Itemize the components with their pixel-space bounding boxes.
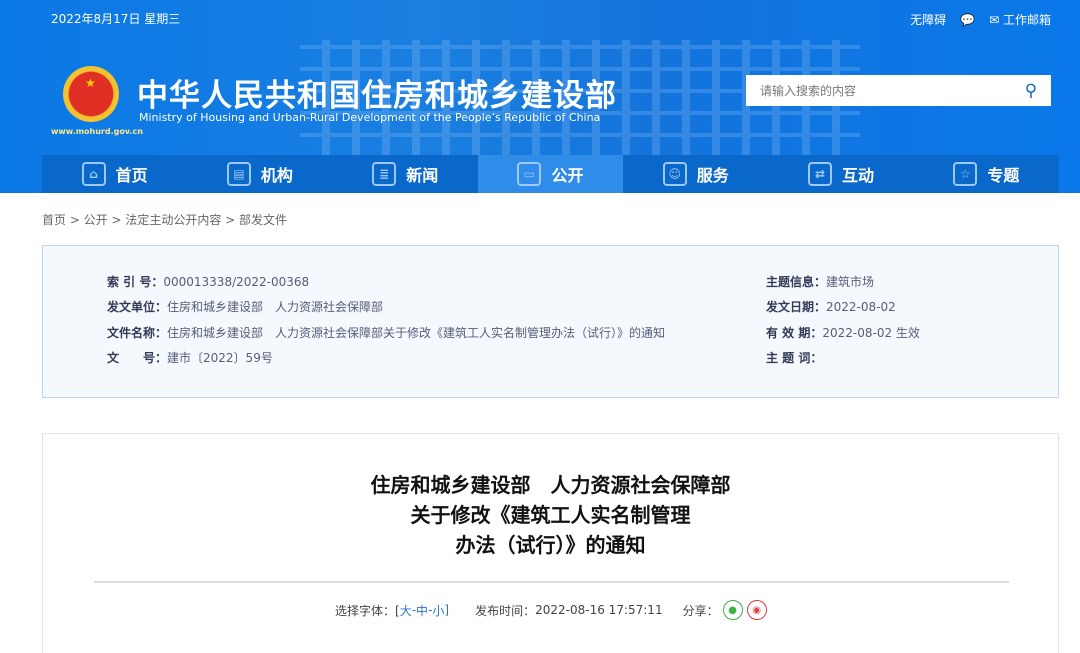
publish-time-label: 发布时间： (475, 603, 536, 618)
building-icon: ▤ (226, 162, 251, 186)
nav-label: 专题 (987, 166, 1020, 185)
article-meta: 选择字体：[ 大 - 中 - 小 ] 发布时间： 2022-08-16 17:5… (335, 600, 767, 620)
publish-time: 2022-08-16 17:57:11 (535, 603, 663, 617)
article-title: 住房和城乡建设部 人力资源社会保障部 关于修改《建筑工人实名制管理 办法（试行）… (370, 473, 731, 557)
font-size-label: 选择字体：[ (335, 603, 400, 618)
issue-date-row: 发文日期：2022-08-02 (766, 300, 896, 314)
national-emblem-logo: ★ (63, 66, 119, 122)
nav-news[interactable]: ≣ 新闻 (333, 155, 478, 193)
font-medium-link[interactable]: 中 (416, 602, 428, 619)
star-icon: ☆ (953, 162, 978, 186)
validity-row: 有 效 期：2022-08-02 生效 (766, 326, 920, 340)
issuer-row: 发文单位：住房和城乡建设部 人力资源社会保障部 (107, 300, 384, 314)
search-icon[interactable]: ⚲ (1011, 81, 1051, 101)
site-url: www.mohurd.gov.cn (51, 127, 143, 136)
nav-interact[interactable]: ⇄ 互动 (768, 155, 913, 193)
wechat-icon[interactable]: 💬 (960, 13, 975, 27)
site-header: 2022年8月17日 星期三 无障碍 💬 ✉ 工作邮箱 ★ www.mohurd… (0, 0, 1080, 193)
title-divider (94, 581, 1009, 583)
document-info-panel: 索 引 号：000013338/2022-00368 发文单位：住房和城乡建设部… (42, 245, 1059, 398)
main-nav: ⌂ 首页 ▤ 机构 ≣ 新闻 ▭ 公开 ☺ 服务 ⇄ 互动 ☆ 专题 (42, 155, 1059, 193)
nav-home[interactable]: ⌂ 首页 (42, 155, 187, 193)
nav-label: 互动 (842, 166, 875, 185)
site-title[interactable]: 中华人民共和国住房和城乡建设部 (137, 70, 617, 115)
search-input[interactable] (746, 83, 1011, 98)
nav-service[interactable]: ☺ 服务 (623, 155, 768, 193)
document-number-row: 文 号：建市〔2022〕59号 (107, 351, 273, 365)
home-icon: ⌂ (81, 162, 106, 186)
index-number-row: 索 引 号：000013338/2022-00368 (107, 275, 310, 289)
article-container: 住房和城乡建设部 人力资源社会保障部 关于修改《建筑工人实名制管理 办法（试行）… (42, 433, 1059, 653)
nav-label: 服务 (696, 166, 729, 185)
work-mail-label: 工作邮箱 (1002, 13, 1051, 27)
share-weibo-icon[interactable]: ◉ (746, 600, 767, 620)
share-label: 分享： (682, 603, 719, 618)
news-icon: ≣ (372, 162, 397, 186)
topic-info-row: 主题信息：建筑市场 (766, 275, 875, 289)
breadcrumb[interactable]: 首页 > 公开 > 法定主动公开内容 > 部发文件 (42, 211, 287, 228)
work-mail-link[interactable]: ✉ 工作邮箱 (989, 11, 1051, 28)
share-wechat-icon[interactable]: ● (722, 600, 743, 620)
site-subtitle: Ministry of Housing and Urban-Rural Deve… (139, 111, 601, 124)
interact-icon: ⇄ (808, 162, 833, 186)
document-name-row: 文件名称：住房和城乡建设部 人力资源社会保障部关于修改《建筑工人实名制管理办法（… (107, 326, 666, 340)
accessibility-link[interactable]: 无障碍 (910, 11, 946, 28)
current-date: 2022年8月17日 星期三 (51, 12, 181, 26)
font-large-link[interactable]: 大 (400, 602, 412, 619)
nav-organization[interactable]: ▤ 机构 (187, 155, 332, 193)
nav-public[interactable]: ▭ 公开 (477, 155, 624, 193)
service-icon: ☺ (662, 162, 687, 186)
nav-label: 机构 (260, 166, 293, 185)
nav-label: 首页 (115, 166, 148, 185)
keywords-row: 主 题 词： (766, 351, 823, 365)
search-box: ⚲ (746, 75, 1051, 106)
nav-topics[interactable]: ☆ 专题 (914, 155, 1059, 193)
font-small-link[interactable]: 小 (432, 602, 444, 619)
nav-label: 公开 (551, 166, 584, 185)
document-icon: ▭ (517, 162, 542, 186)
nav-label: 新闻 (406, 166, 439, 185)
